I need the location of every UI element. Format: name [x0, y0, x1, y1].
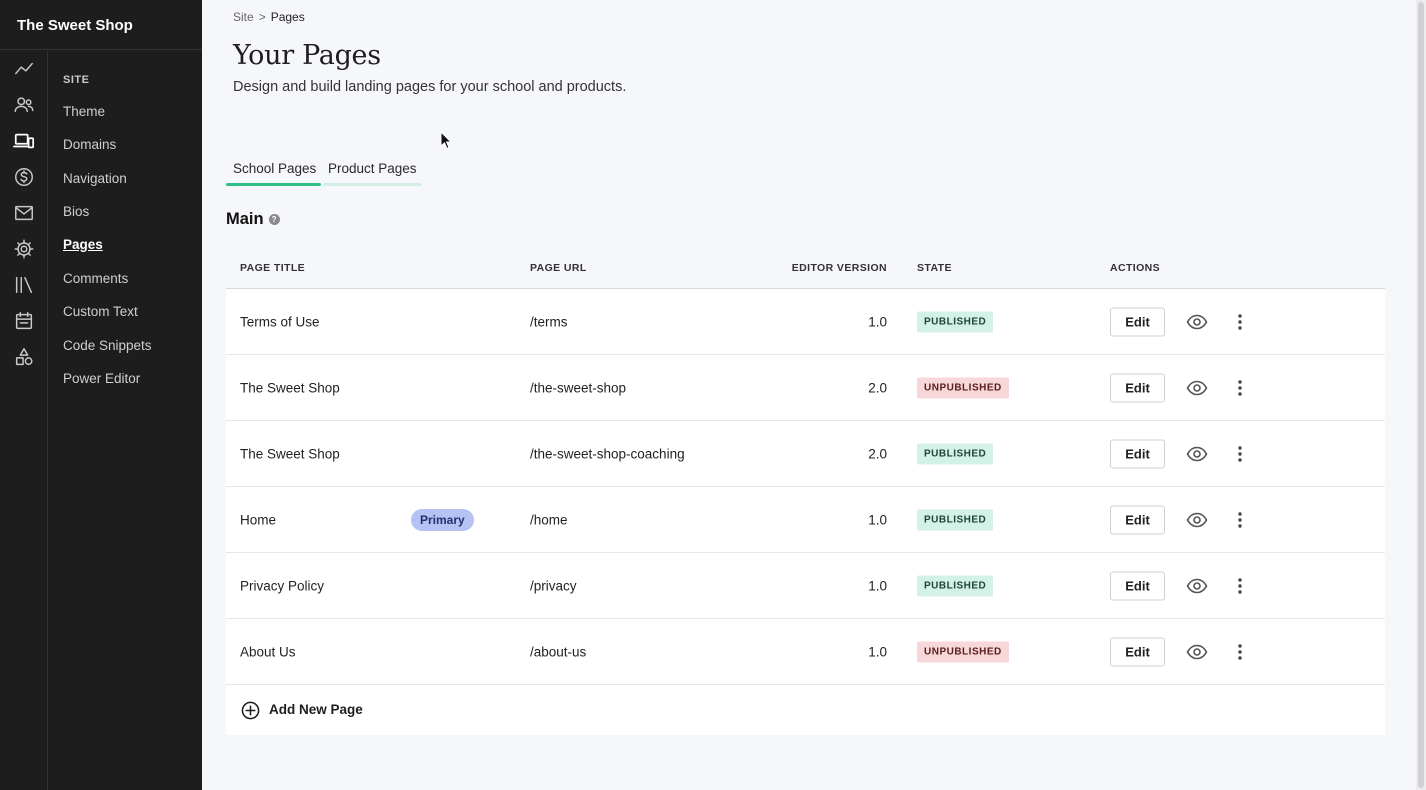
breadcrumb-current: Pages [270, 10, 305, 24]
sidebar: The Sweet Shop SITE Theme Domains Naviga… [0, 0, 202, 790]
status-badge: PUBLISHED [917, 509, 994, 530]
site-devices-icon[interactable] [12, 129, 36, 153]
status-badge: PUBLISHED [917, 443, 994, 464]
preview-eye-icon[interactable] [1186, 512, 1208, 528]
column-editor-version: EDITOR VERSION [791, 262, 887, 274]
preview-eye-icon[interactable] [1186, 446, 1208, 462]
more-options-icon[interactable] [1232, 445, 1248, 463]
row-page-url: /home [530, 512, 568, 527]
icon-rail [0, 51, 48, 790]
preview-eye-icon[interactable] [1186, 380, 1208, 396]
row-page-url: /privacy [530, 578, 577, 593]
status-badge: PUBLISHED [917, 575, 994, 596]
table-row: The Sweet Shop /the-sweet-shop-coaching … [226, 421, 1385, 487]
more-options-icon[interactable] [1232, 313, 1248, 331]
column-actions: ACTIONS [1110, 262, 1161, 274]
breadcrumb: Site > Pages [233, 10, 305, 24]
subnav-item-pages[interactable]: Pages [63, 237, 103, 252]
row-page-title: Terms of Use [240, 314, 320, 329]
table-row: The Sweet Shop /the-sweet-shop 2.0 UNPUB… [226, 355, 1385, 421]
page-scrollbar[interactable] [1416, 0, 1426, 790]
subnav-item-bios[interactable]: Bios [63, 204, 89, 219]
analytics-icon[interactable] [12, 57, 36, 81]
table-header: PAGE TITLE PAGE URL EDITOR VERSION STATE… [226, 246, 1385, 289]
users-icon[interactable] [12, 93, 36, 117]
row-editor-version: 1.0 [868, 314, 887, 329]
add-new-page-label: Add New Page [269, 702, 363, 717]
table-row: Privacy Policy /privacy 1.0 PUBLISHED Ed… [226, 553, 1385, 619]
status-badge: PUBLISHED [917, 311, 994, 332]
subnav-heading: SITE [63, 74, 90, 86]
main-content: Site > Pages Your Pages Design and build l… [202, 0, 1416, 790]
edit-button[interactable]: Edit [1110, 373, 1165, 402]
tab-inactive-indicator [323, 183, 422, 186]
tab-school-pages[interactable]: School Pages [233, 161, 316, 176]
more-options-icon[interactable] [1232, 643, 1248, 661]
plus-circle-icon [241, 701, 260, 720]
school-name[interactable]: The Sweet Shop [0, 0, 202, 50]
preview-eye-icon[interactable] [1186, 644, 1208, 660]
edit-button[interactable]: Edit [1110, 571, 1165, 600]
page-tabs: School Pages Product Pages [226, 158, 422, 186]
library-icon[interactable] [12, 273, 36, 297]
breadcrumb-site-link[interactable]: Site [233, 10, 254, 24]
email-icon[interactable] [12, 201, 36, 225]
subnav-item-theme[interactable]: Theme [63, 104, 105, 119]
edit-button[interactable]: Edit [1110, 439, 1165, 468]
row-page-url: /terms [530, 314, 568, 329]
column-state: STATE [917, 262, 952, 274]
row-page-url: /the-sweet-shop [530, 380, 627, 395]
more-options-icon[interactable] [1232, 379, 1248, 397]
status-badge: UNPUBLISHED [917, 641, 1009, 662]
breadcrumb-separator: > [258, 10, 266, 24]
row-page-url: /the-sweet-shop-coaching [530, 446, 685, 461]
subnav-item-custom-text[interactable]: Custom Text [63, 304, 138, 319]
pages-table: PAGE TITLE PAGE URL EDITOR VERSION STATE… [226, 246, 1385, 735]
row-editor-version: 2.0 [868, 380, 887, 395]
table-row: About Us /about-us 1.0 UNPUBLISHED Edit [226, 619, 1385, 685]
more-options-icon[interactable] [1232, 577, 1248, 595]
section-title: Main ? [226, 210, 280, 229]
table-row: Home Primary /home 1.0 PUBLISHED Edit [226, 487, 1385, 553]
subnav-item-comments[interactable]: Comments [63, 271, 128, 286]
row-page-url: /about-us [530, 644, 587, 659]
preview-eye-icon[interactable] [1186, 314, 1208, 330]
row-page-title: Home [240, 512, 277, 527]
row-editor-version: 1.0 [868, 578, 887, 593]
primary-badge: Primary [411, 508, 474, 531]
status-badge: UNPUBLISHED [917, 377, 1009, 398]
section-title-text: Main [226, 210, 264, 228]
mouse-cursor-icon [440, 131, 453, 150]
edit-button[interactable]: Edit [1110, 637, 1165, 666]
subnav-item-code-snippets[interactable]: Code Snippets [63, 338, 152, 353]
row-editor-version: 2.0 [868, 446, 887, 461]
add-new-page-button[interactable]: Add New Page [226, 685, 1385, 735]
table-row: Terms of Use /terms 1.0 PUBLISHED Edit [226, 289, 1385, 355]
subnav-item-navigation[interactable]: Navigation [63, 171, 127, 186]
sales-dollar-icon[interactable] [12, 165, 36, 189]
subnav-item-domains[interactable]: Domains [63, 137, 116, 152]
shapes-icon[interactable] [12, 345, 36, 369]
row-editor-version: 1.0 [868, 644, 887, 659]
settings-gear-icon[interactable] [12, 237, 36, 261]
column-page-url: PAGE URL [530, 262, 587, 274]
column-page-title: PAGE TITLE [240, 262, 306, 274]
edit-button[interactable]: Edit [1110, 307, 1165, 336]
tab-active-indicator [226, 183, 321, 186]
scrollbar-thumb[interactable] [1418, 2, 1424, 788]
page-title: Your Pages [233, 40, 381, 71]
question-circle-icon[interactable]: ? [268, 214, 280, 225]
row-page-title: The Sweet Shop [240, 380, 340, 395]
row-page-title: Privacy Policy [240, 578, 325, 593]
row-page-title: The Sweet Shop [240, 446, 340, 461]
row-editor-version: 1.0 [868, 512, 887, 527]
subnav-item-power-editor[interactable]: Power Editor [63, 371, 140, 386]
row-page-title: About Us [240, 644, 296, 659]
preview-eye-icon[interactable] [1186, 578, 1208, 594]
edit-button[interactable]: Edit [1110, 505, 1165, 534]
calendar-icon[interactable] [12, 309, 36, 333]
more-options-icon[interactable] [1232, 511, 1248, 529]
tab-product-pages[interactable]: Product Pages [328, 161, 417, 176]
page-subtitle: Design and build landing pages for your … [233, 79, 627, 95]
